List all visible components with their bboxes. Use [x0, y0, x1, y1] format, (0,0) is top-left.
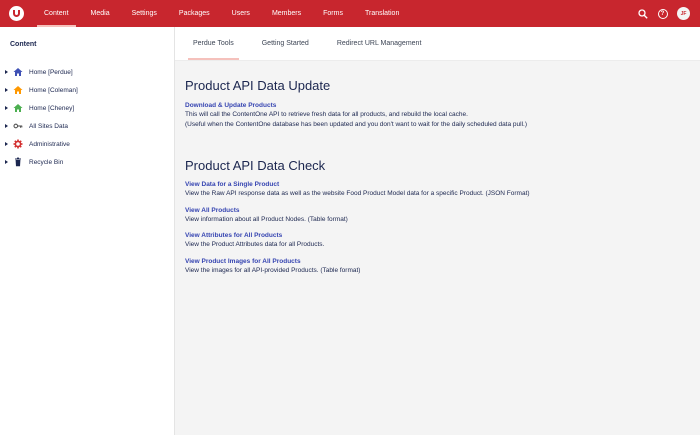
logo-mark — [13, 10, 20, 17]
entry-description-note: (Useful when the ContentOne database has… — [185, 120, 527, 128]
home-icon — [13, 67, 23, 77]
entry-description: View information about all Product Nodes… — [185, 215, 348, 223]
entry-description: View the images for all API-provided Pro… — [185, 266, 361, 274]
content-tree-sidebar: Content Home [Perdue] Home [Coleman] Hom… — [0, 27, 175, 435]
help-button[interactable]: ? — [657, 8, 668, 19]
expand-caret-icon[interactable] — [5, 124, 8, 128]
entry-single-product: View Data for a Single Product View the … — [185, 181, 700, 199]
download-update-products-link[interactable]: Download & Update Products — [185, 102, 700, 109]
section-title: Product API Data Check — [185, 158, 326, 173]
nav-translation[interactable]: Translation — [354, 0, 410, 27]
nav-content[interactable]: Content — [33, 0, 80, 27]
section-data-update: Product API Data Update Download & Updat… — [175, 78, 700, 129]
tree-item-label: Home [Cheney] — [29, 104, 75, 112]
trash-icon — [13, 157, 23, 167]
umbraco-logo[interactable] — [9, 6, 24, 21]
nav-forms[interactable]: Forms — [312, 0, 354, 27]
section-nav: Content Media Settings Packages Users Me… — [33, 0, 410, 27]
expand-caret-icon[interactable] — [5, 160, 8, 164]
main-content: Perdue Tools Getting Started Redirect UR… — [175, 27, 700, 435]
entry-attributes: View Attributes for All Products View th… — [185, 232, 700, 250]
section-title: Product API Data Update — [185, 78, 331, 93]
home-icon — [13, 103, 23, 113]
tab-perdue-tools[interactable]: Perdue Tools — [185, 27, 242, 60]
key-icon — [13, 121, 23, 131]
nav-settings[interactable]: Settings — [121, 0, 168, 27]
nav-media[interactable]: Media — [80, 0, 121, 27]
tab-getting-started[interactable]: Getting Started — [254, 27, 317, 60]
tree-item-recycle-bin[interactable]: Recycle Bin — [0, 153, 174, 171]
tree-item-label: Home [Perdue] — [29, 68, 73, 76]
tree-item-home-coleman[interactable]: Home [Coleman] — [0, 81, 174, 99]
tree-item-all-sites-data[interactable]: All Sites Data — [0, 117, 174, 135]
tree-item-label: All Sites Data — [29, 122, 69, 130]
nav-packages[interactable]: Packages — [168, 0, 221, 27]
tree-item-label: Recycle Bin — [29, 158, 64, 166]
user-avatar[interactable]: JF — [677, 7, 690, 20]
top-navigation-bar: Content Media Settings Packages Users Me… — [0, 0, 700, 27]
view-all-products-link[interactable]: View All Products — [185, 207, 700, 214]
nav-members[interactable]: Members — [261, 0, 312, 27]
gear-icon — [13, 139, 23, 149]
search-icon[interactable] — [637, 8, 648, 19]
tree-item-label: Home [Coleman] — [29, 86, 78, 94]
entry-all-products: View All Products View information about… — [185, 207, 700, 225]
view-single-product-link[interactable]: View Data for a Single Product — [185, 181, 700, 188]
view-attributes-link[interactable]: View Attributes for All Products — [185, 232, 700, 239]
tab-redirect-url-management[interactable]: Redirect URL Management — [329, 27, 430, 60]
help-icon: ? — [657, 8, 668, 19]
entry-description: This will call the ContentOne API to ret… — [185, 111, 468, 118]
expand-caret-icon[interactable] — [5, 142, 8, 146]
nav-users[interactable]: Users — [221, 0, 261, 27]
tree-item-label: Administrative — [29, 140, 70, 148]
entry-download-update: Download & Update Products This will cal… — [185, 102, 700, 129]
expand-caret-icon[interactable] — [5, 88, 8, 92]
entry-description: View the Product Attributes data for all… — [185, 241, 325, 248]
entry-product-images: View Product Images for All Products Vie… — [185, 258, 700, 276]
section-data-check: Product API Data Check View Data for a S… — [175, 158, 700, 275]
expand-caret-icon[interactable] — [5, 106, 8, 110]
dashboard-tabs: Perdue Tools Getting Started Redirect UR… — [175, 27, 700, 61]
home-icon — [13, 85, 23, 95]
topbar-actions: ? JF — [637, 0, 690, 27]
tree-item-home-cheney[interactable]: Home [Cheney] — [0, 99, 174, 117]
view-product-images-link[interactable]: View Product Images for All Products — [185, 258, 700, 265]
tree-item-home-perdue[interactable]: Home [Perdue] — [0, 63, 174, 81]
expand-caret-icon[interactable] — [5, 70, 8, 74]
entry-description: View the Raw API response data as well a… — [185, 190, 530, 197]
sidebar-title: Content — [10, 41, 37, 48]
tree-item-administrative[interactable]: Administrative — [0, 135, 174, 153]
